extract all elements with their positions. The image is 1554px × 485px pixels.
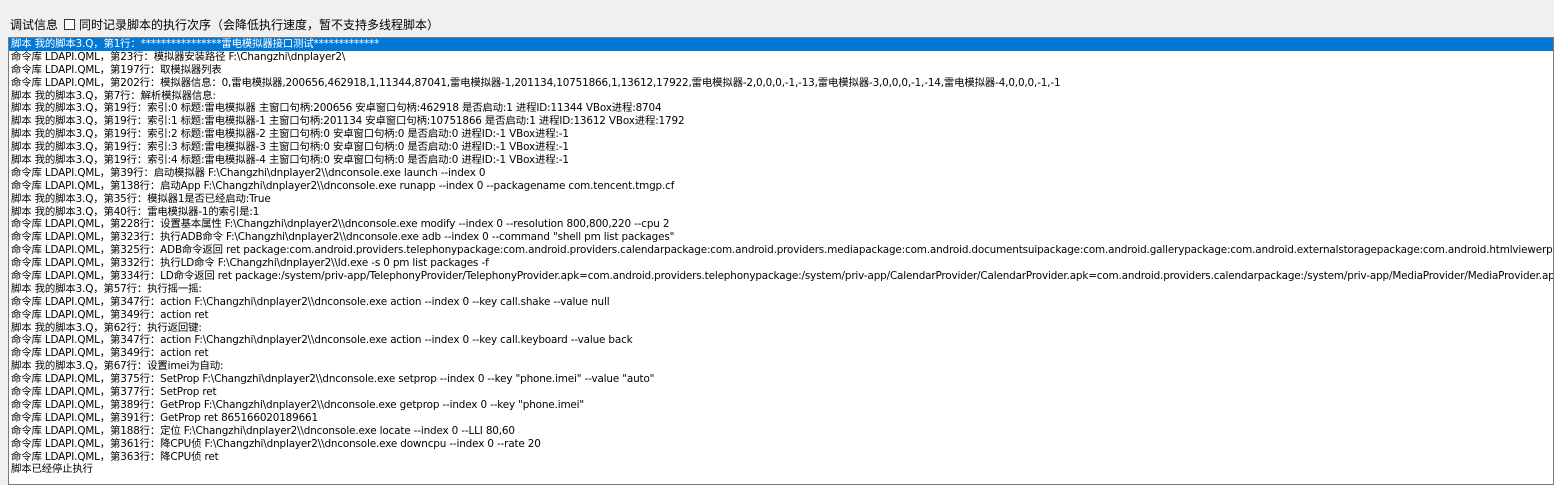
log-line[interactable]: 命令库 LDAPI.QML，第202行：模拟器信息：0,雷电模拟器,200656… bbox=[9, 77, 1553, 90]
log-line[interactable]: 命令库 LDAPI.QML，第375行：SetProp F:\Changzhi\… bbox=[9, 373, 1553, 386]
record-order-checkbox-label[interactable]: 同时记录脚本的执行次序（会降低执行速度，暂不支持多线程脚本） bbox=[79, 16, 439, 33]
log-line[interactable]: 命令库 LDAPI.QML，第323行：执行ADB命令 F:\Changzhi\… bbox=[9, 231, 1553, 244]
log-line[interactable]: 命令库 LDAPI.QML，第188行：定位 F:\Changzhi\dnpla… bbox=[9, 425, 1553, 438]
debug-info-title: 调试信息 bbox=[10, 17, 59, 32]
log-line[interactable]: 命令库 LDAPI.QML，第377行：SetProp ret bbox=[9, 386, 1553, 399]
debug-log-list[interactable]: 脚本 我的脚本3.Q，第1行：****************雷电模拟器接口测试… bbox=[8, 37, 1554, 485]
log-line[interactable]: 命令库 LDAPI.QML，第197行：取模拟器列表 bbox=[9, 64, 1553, 77]
log-line[interactable]: 命令库 LDAPI.QML，第332行：执行LD命令 F:\Changzhi\d… bbox=[9, 257, 1553, 270]
log-line[interactable]: 命令库 LDAPI.QML，第349行：action ret bbox=[9, 347, 1553, 360]
log-line[interactable]: 命令库 LDAPI.QML，第363行：降CPU侦 ret bbox=[9, 451, 1553, 464]
log-line[interactable]: 命令库 LDAPI.QML，第389行：GetProp F:\Changzhi\… bbox=[9, 399, 1553, 412]
log-line[interactable]: 脚本 我的脚本3.Q，第35行：模拟器1是否已经启动:True bbox=[9, 193, 1553, 206]
log-line[interactable]: 脚本 我的脚本3.Q，第62行：执行返回键: bbox=[9, 322, 1553, 335]
log-line[interactable]: 命令库 LDAPI.QML，第347行：action F:\Changzhi\d… bbox=[9, 334, 1553, 347]
log-line[interactable]: 命令库 LDAPI.QML，第334行：LD命令返回 ret package:/… bbox=[9, 270, 1553, 283]
log-line[interactable]: 命令库 LDAPI.QML，第391行：GetProp ret 86516602… bbox=[9, 412, 1553, 425]
log-line[interactable]: 脚本 我的脚本3.Q，第40行：雷电模拟器-1的索引是:1 bbox=[9, 206, 1553, 219]
log-line[interactable]: 命令库 LDAPI.QML，第325行：ADB命令返回 ret package:… bbox=[9, 244, 1553, 257]
log-line[interactable]: 命令库 LDAPI.QML，第361行：降CPU侦 F:\Changzhi\dn… bbox=[9, 438, 1553, 451]
log-line[interactable]: 脚本 我的脚本3.Q，第19行：索引:3 标题:雷电模拟器-3 主窗口句柄:0 … bbox=[9, 141, 1553, 154]
log-line[interactable]: 脚本 我的脚本3.Q，第19行：索引:0 标题:雷电模拟器 主窗口句柄:2006… bbox=[9, 102, 1553, 115]
log-line[interactable]: 脚本 我的脚本3.Q，第67行：设置imei为自动: bbox=[9, 360, 1553, 373]
log-line[interactable]: 脚本已经停止执行 bbox=[9, 463, 1553, 476]
log-line[interactable]: 脚本 我的脚本3.Q，第19行：索引:4 标题:雷电模拟器-4 主窗口句柄:0 … bbox=[9, 154, 1553, 167]
log-line[interactable]: 脚本 我的脚本3.Q，第1行：****************雷电模拟器接口测试… bbox=[9, 38, 1553, 51]
log-line[interactable]: 脚本 我的脚本3.Q，第19行：索引:2 标题:雷电模拟器-2 主窗口句柄:0 … bbox=[9, 128, 1553, 141]
log-line[interactable]: 命令库 LDAPI.QML，第347行：action F:\Changzhi\d… bbox=[9, 296, 1553, 309]
log-line[interactable]: 命令库 LDAPI.QML，第228行：设置基本属性 F:\Changzhi\d… bbox=[9, 218, 1553, 231]
log-line[interactable]: 命令库 LDAPI.QML，第23行：模拟器安装路径 F:\Changzhi\d… bbox=[9, 51, 1553, 64]
log-line[interactable]: 脚本 我的脚本3.Q，第57行：执行摇一摇: bbox=[9, 283, 1553, 296]
debug-header: 调试信息 同时记录脚本的执行次序（会降低执行速度，暂不支持多线程脚本） bbox=[10, 15, 439, 33]
log-line[interactable]: 命令库 LDAPI.QML，第138行：启动App F:\Changzhi\dn… bbox=[9, 180, 1553, 193]
record-order-checkbox[interactable] bbox=[64, 18, 76, 30]
log-line[interactable]: 脚本 我的脚本3.Q，第19行：索引:1 标题:雷电模拟器-1 主窗口句柄:20… bbox=[9, 115, 1553, 128]
log-line[interactable]: 命令库 LDAPI.QML，第39行：启动模拟器 F:\Changzhi\dnp… bbox=[9, 167, 1553, 180]
log-line[interactable]: 命令库 LDAPI.QML，第349行：action ret bbox=[9, 309, 1553, 322]
log-line[interactable]: 脚本 我的脚本3.Q，第7行：解析模拟器信息: bbox=[9, 90, 1553, 103]
